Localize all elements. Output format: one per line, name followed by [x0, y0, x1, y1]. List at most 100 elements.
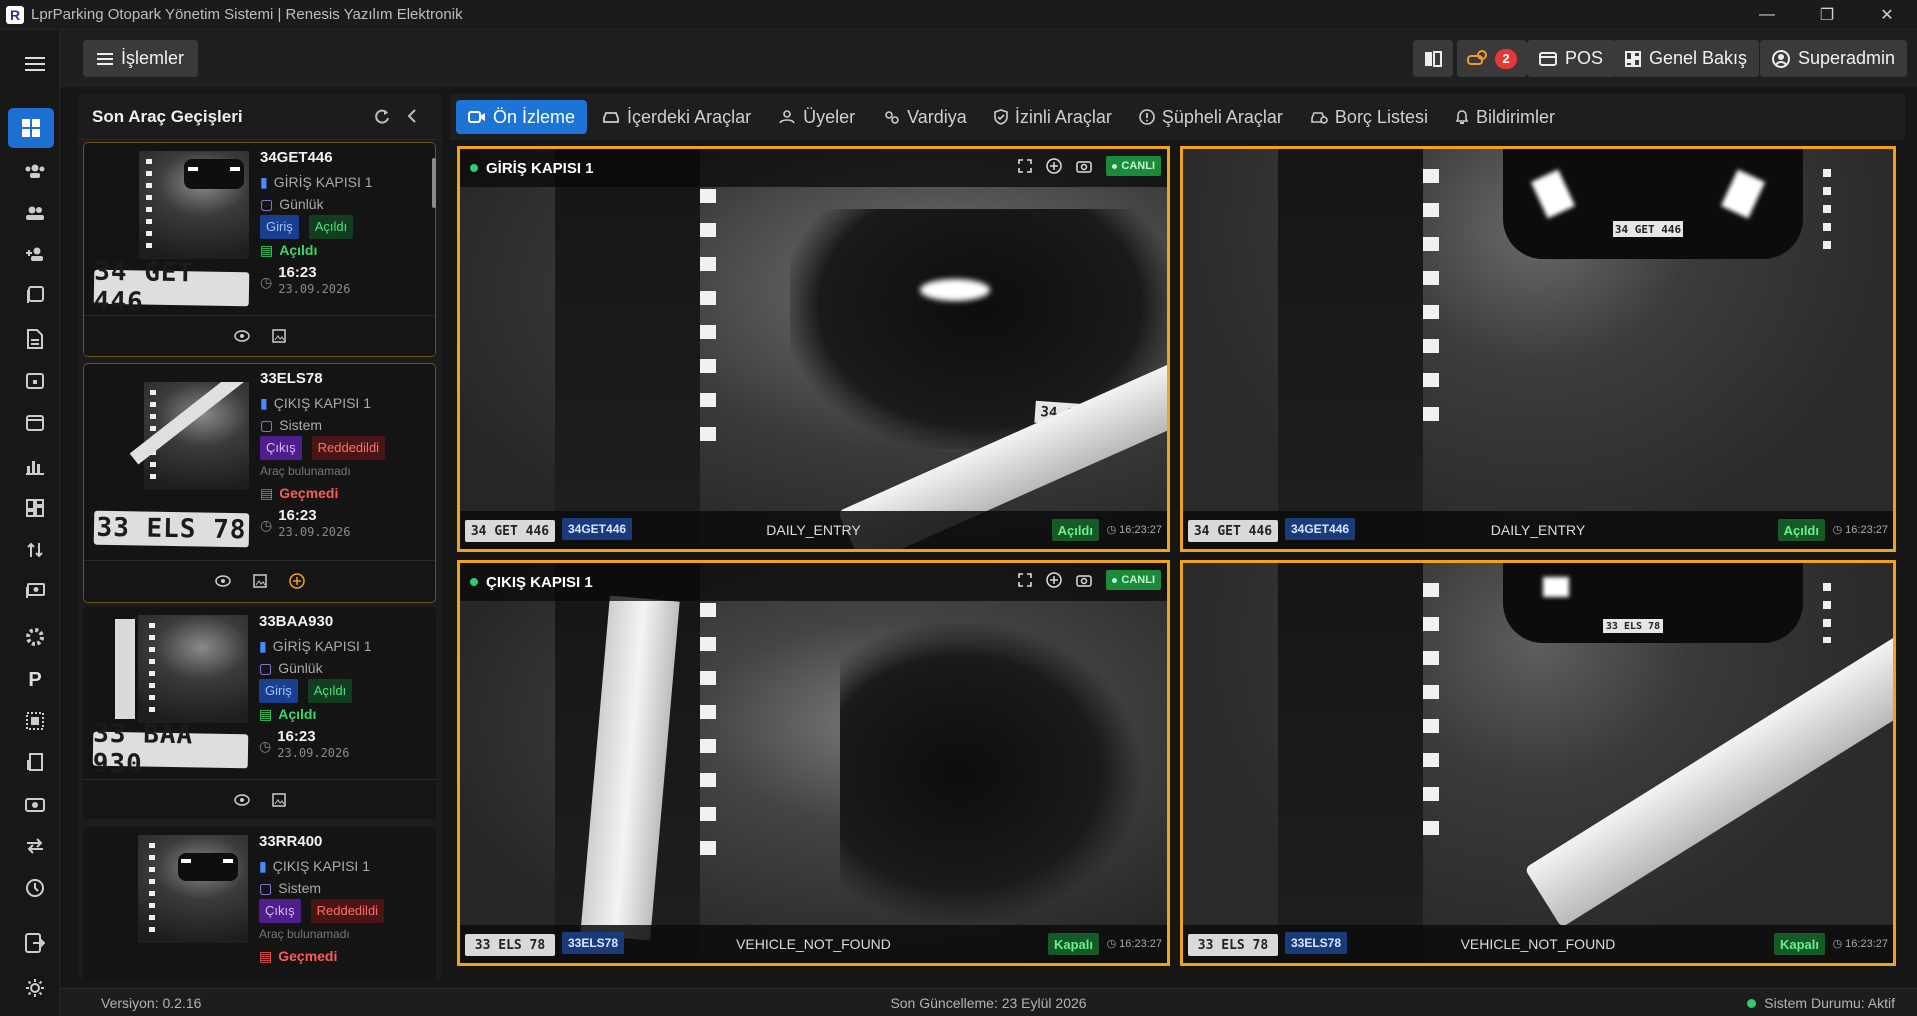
document-icon[interactable]	[8, 319, 62, 359]
plate-number: 33RR400	[259, 833, 323, 850]
subscription-type: Günlük	[279, 196, 324, 212]
pass-date: 23.09.2026	[278, 525, 351, 539]
snapshot-icon[interactable]	[1076, 573, 1093, 587]
pass-date: 23.09.2026	[277, 746, 350, 760]
pass-info: 33RR400 ▮ ÇIKIŞ KAPISI 1 ▢ Sistem Çıkış Red…	[259, 833, 388, 967]
camera-tile-exit-snapshot[interactable]: 33 ELS 78 33 ELS 78 33ELS78 VEHICLE_NOT_…	[1180, 560, 1896, 966]
camera-tile-entry-live[interactable]: 34 GET 446 GİRİŞ KAPISI 1 CANLI 34 GET 4…	[457, 146, 1170, 552]
cash-icon[interactable]	[8, 571, 62, 611]
pass-card[interactable]: 33RR400 ▮ ÇIKIŞ KAPISI 1 ▢ Sistem Çıkış Red…	[83, 827, 436, 980]
camera-footer: 33 ELS 78 33ELS78 VEHICLE_NOT_FOUND Kapa…	[460, 925, 1167, 963]
hamburger-menu-icon[interactable]	[8, 44, 62, 84]
parking-icon[interactable]: P	[8, 660, 62, 700]
view-icon[interactable]	[233, 329, 250, 342]
fullscreen-icon[interactable]	[1018, 573, 1033, 587]
groups-icon[interactable]	[8, 151, 62, 191]
camera-tile-entry-snapshot[interactable]: 34 GET 446 34 GET 446 34GET446 DAILY_ENT…	[1180, 146, 1896, 552]
settings-icon[interactable]	[8, 617, 62, 657]
view-icon[interactable]	[214, 574, 231, 587]
contacts-icon[interactable]	[8, 275, 62, 315]
add-entry-icon[interactable]	[1046, 572, 1063, 588]
bell-icon	[1455, 110, 1469, 124]
building-icon[interactable]	[8, 742, 62, 782]
manual-open-icon[interactable]	[288, 572, 305, 589]
pos-button[interactable]: POS	[1527, 40, 1616, 77]
tab-members[interactable]: Üyeler	[766, 100, 867, 134]
snapshot-icon[interactable]	[1076, 159, 1093, 173]
vehicle-thumbnail[interactable]	[93, 835, 248, 943]
gate-icon: ▮	[260, 174, 268, 190]
tab-permitted-vehicles[interactable]: İzinli Araçlar	[982, 100, 1124, 134]
gate-icon: ▮	[260, 395, 268, 411]
live-dot	[470, 164, 478, 172]
gate-status-badge: Kapalı	[1047, 933, 1099, 955]
plate-number: 34GET446	[260, 149, 333, 166]
plate-image: 33 ELS 78	[93, 510, 250, 548]
pass-card[interactable]: 34 GET 446 34GET446 ▮ GİRİŞ KAPISI 1 ▢ Gün…	[83, 142, 436, 357]
clock-icon[interactable]	[8, 868, 62, 908]
theme-toggle-icon[interactable]	[8, 968, 62, 1008]
members-icon	[779, 110, 795, 124]
minimize-button[interactable]: —	[1737, 0, 1797, 30]
tab-notifications[interactable]: Bildirimler	[1443, 100, 1567, 134]
live-badge: CANLI	[1106, 570, 1161, 590]
view-icon[interactable]	[233, 793, 250, 806]
pass-note: Araç bulunamadı	[260, 464, 351, 478]
subscription-type: Sistem	[278, 880, 322, 896]
tab-label: Vardiya	[907, 106, 967, 127]
panel-scrollbar[interactable]	[432, 158, 436, 208]
add-user-icon[interactable]	[8, 234, 62, 274]
tab-preview[interactable]: Ön İzleme	[456, 100, 588, 134]
grid-view-icon[interactable]	[8, 488, 62, 528]
users-icon[interactable]	[8, 193, 62, 233]
event-time: 16:23:27	[1119, 937, 1162, 950]
camera-icon[interactable]	[8, 784, 62, 824]
recent-passes-header: Son Araç Geçişleri	[78, 94, 442, 140]
barrier-result: Açıldı	[278, 706, 317, 722]
user-menu-button[interactable]: Superadmin	[1760, 40, 1908, 77]
sort-arrows-icon[interactable]	[8, 530, 62, 570]
event-time: 16:23:27	[1119, 523, 1162, 536]
pass-card[interactable]: 33 ELS 78 33ELS78 ▮ ÇIKIŞ KAPISI 1 ▢ Siste…	[83, 363, 436, 603]
car-icon: ▢	[260, 417, 274, 433]
add-entry-icon[interactable]	[1046, 158, 1063, 174]
close-button[interactable]: ✕	[1857, 0, 1917, 30]
tab-shift[interactable]: Vardiya	[870, 100, 979, 134]
vehicle-thumbnail[interactable]	[94, 151, 249, 259]
vehicle-thumbnail[interactable]	[93, 615, 248, 723]
app-logo: R	[6, 5, 24, 24]
panel-toggle-button[interactable]	[1413, 40, 1453, 77]
calendar-icon[interactable]	[8, 402, 62, 442]
transfer-icon[interactable]	[8, 826, 62, 866]
live-badge: CANLI	[1106, 156, 1161, 176]
overview-button[interactable]: Genel Bakış	[1613, 40, 1760, 77]
pass-date: 23.09.2026	[278, 282, 351, 296]
plate-number: 33BAA930	[259, 613, 334, 630]
card-icon	[1539, 51, 1557, 66]
warning-circle-icon	[1139, 109, 1155, 125]
maximize-button[interactable]: ❐	[1797, 0, 1857, 30]
image-icon[interactable]	[271, 792, 286, 807]
car-icon	[603, 112, 619, 123]
tab-label: İçerdeki Araçlar	[627, 106, 752, 127]
tab-suspicious-vehicles[interactable]: Şüpheli Araçlar	[1127, 100, 1295, 134]
operations-button[interactable]: İşlemler	[83, 40, 199, 77]
bar-chart-icon[interactable]	[8, 446, 62, 486]
dashboard-icon[interactable]	[8, 108, 54, 148]
tab-vehicles-inside[interactable]: İçerdeki Araçlar	[590, 100, 763, 134]
barcode-icon[interactable]	[8, 701, 62, 741]
barrier-closed-icon: ▤	[260, 485, 274, 501]
logout-icon[interactable]	[8, 923, 62, 963]
window-title: LprParking Otopark Yönetim Sistemi | Ren…	[31, 6, 463, 23]
tab-debt-list[interactable]: Borç Listesi	[1298, 100, 1440, 134]
camera-tile-exit-live[interactable]: ÇIKIŞ KAPISI 1 CANLI 33 ELS 78 33ELS78 V…	[457, 560, 1170, 966]
alerts-button[interactable]: 2	[1457, 40, 1527, 77]
image-icon[interactable]	[271, 328, 286, 343]
calendar-day-icon[interactable]	[8, 360, 62, 400]
pass-card[interactable]: 33 BAA 930 33BAA930 ▮ GİRİŞ KAPISI 1 ▢ Gün…	[83, 607, 436, 819]
vehicle-thumbnail[interactable]	[94, 382, 249, 490]
collapse-panel-icon[interactable]	[406, 108, 418, 124]
fullscreen-icon[interactable]	[1018, 159, 1033, 173]
image-icon[interactable]	[252, 573, 267, 588]
refresh-icon[interactable]	[374, 108, 390, 124]
